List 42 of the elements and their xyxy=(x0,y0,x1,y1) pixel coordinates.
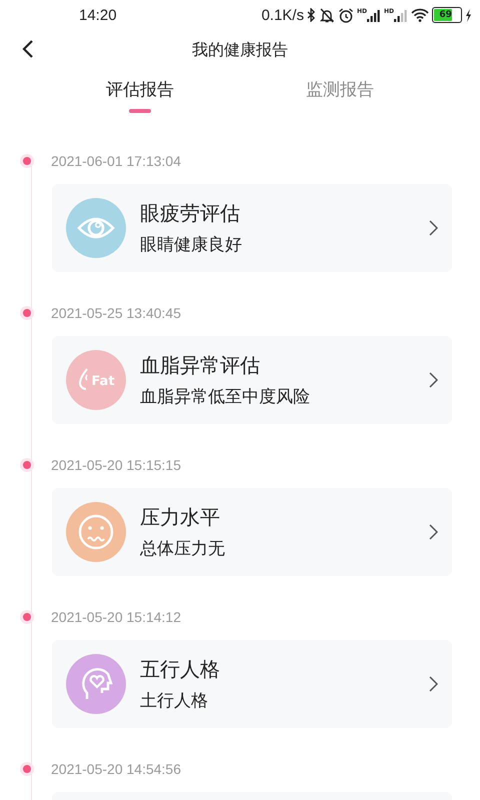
battery-level: 69 xyxy=(434,9,452,21)
timeline-dot xyxy=(23,157,31,165)
tab[interactable]: 监测报告 xyxy=(306,78,374,101)
chevron-right-icon xyxy=(429,524,438,540)
timeline-dot xyxy=(23,461,31,469)
report-title: 五行人格 xyxy=(140,656,221,683)
page-title: 我的健康报告 xyxy=(192,40,288,60)
report-title: 压力水平 xyxy=(140,504,221,531)
wifi-icon xyxy=(411,8,429,22)
report-result: 眼睛健康良好 xyxy=(140,234,243,256)
report-result: 土行人格 xyxy=(140,690,209,712)
report-result: 总体压力无 xyxy=(140,538,226,560)
report-date: 2021-05-25 13:40:45 xyxy=(51,305,181,321)
muted-bell-icon xyxy=(318,8,335,22)
worried-face-icon xyxy=(76,512,116,552)
report-title: 眼疲劳评估 xyxy=(140,200,241,227)
alarm-icon xyxy=(338,8,354,22)
status-time: 14:20 xyxy=(79,6,117,24)
report-card[interactable]: Fat 血脂异常评估 血脂异常低至中度风险 xyxy=(52,336,452,424)
tab[interactable]: 评估报告 xyxy=(106,78,174,101)
icon-label: Fat xyxy=(91,374,115,389)
signal-icon xyxy=(394,8,408,22)
chevron-right-icon xyxy=(429,220,438,236)
report-card[interactable]: 眼疲劳评估 眼睛健康良好 xyxy=(52,184,452,272)
report-card[interactable]: 压力水平 总体压力无 xyxy=(52,488,452,576)
report-date: 2021-05-20 15:15:15 xyxy=(51,457,181,473)
report-title: 血脂异常评估 xyxy=(140,352,261,379)
chevron-right-icon xyxy=(429,676,438,692)
chevron-right-icon xyxy=(429,372,438,388)
signal-icon xyxy=(366,8,381,22)
report-card[interactable]: 五行人格 土行人格 xyxy=(52,640,452,728)
tab-indicator xyxy=(129,109,151,113)
network-speed: 0.1K/s xyxy=(261,6,304,24)
back-button[interactable] xyxy=(22,39,34,59)
timeline-dot xyxy=(23,309,31,317)
timeline-dot xyxy=(23,613,31,621)
report-date: 2021-05-20 14:54:56 xyxy=(51,761,181,777)
report-date: 2021-05-20 15:14:12 xyxy=(51,609,181,625)
report-date: 2021-06-01 17:13:04 xyxy=(51,153,181,169)
timeline-dot xyxy=(23,765,31,773)
report-result: 血脂异常低至中度风险 xyxy=(140,386,311,408)
bluetooth-icon xyxy=(306,8,316,22)
